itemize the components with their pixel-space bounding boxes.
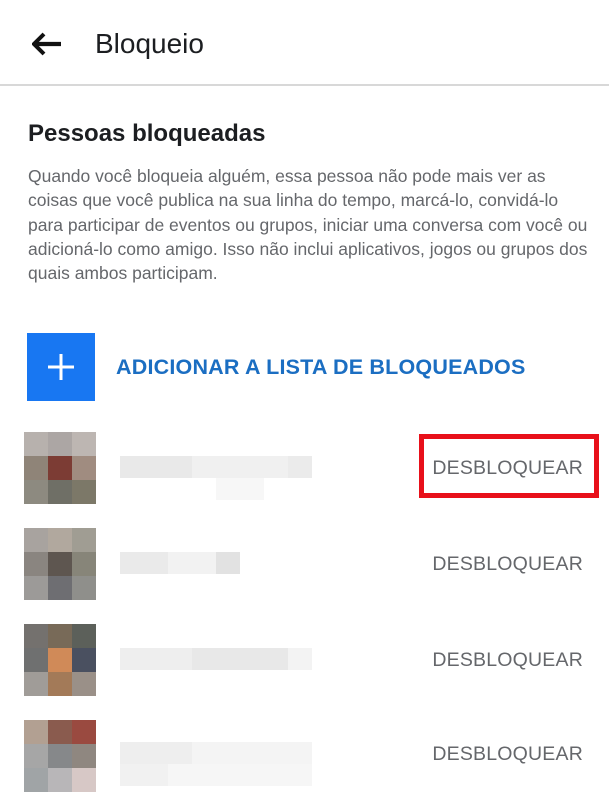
avatar-pixel [24,744,48,768]
back-button[interactable] [22,22,72,66]
blocked-person-row: DESBLOQUEAR [0,432,609,512]
avatar-pixel [48,432,72,456]
unblock-button[interactable]: DESBLOQUEAR [432,457,583,480]
unblock-button[interactable]: DESBLOQUEAR [432,743,583,766]
avatar-pixel [24,432,48,456]
avatar-pixel [72,552,96,576]
avatar-pixel [72,528,96,552]
add-to-block-list-label: ADICIONAR A LISTA DE BLOQUEADOS [116,354,526,379]
blocking-settings-screen: Bloqueio Pessoas bloqueadas Quando você … [0,0,609,812]
section-description: Quando você bloqueia alguém, essa pessoa… [28,166,588,284]
avatar-pixel [48,576,72,600]
avatar-pixel [24,624,48,648]
avatar-pixel [72,768,96,792]
avatar-pixel [48,768,72,792]
avatar-pixel [48,528,72,552]
avatar-pixel [72,576,96,600]
section-title: Pessoas bloqueadas [28,120,266,147]
avatar-pixel [72,744,96,768]
unblock-button[interactable]: DESBLOQUEAR [432,553,583,576]
arrow-left-icon [32,32,61,56]
avatar-pixel [24,456,48,480]
add-to-block-list-button[interactable]: ADICIONAR A LISTA DE BLOQUEADOS [27,333,587,401]
blurred-name [120,742,390,790]
avatar-pixel [48,720,72,744]
blocked-person-row: DESBLOQUEAR [0,624,609,704]
avatar-pixel [24,528,48,552]
avatar-pixel [24,552,48,576]
avatar-pixel [72,648,96,672]
avatar-pixel [24,720,48,744]
add-square [27,333,95,401]
page-title: Bloqueio [95,28,204,59]
avatar-pixel [72,432,96,456]
avatar-pixel [72,624,96,648]
avatar-pixel [48,552,72,576]
avatar [24,624,96,696]
avatar-pixel [72,456,96,480]
avatar-pixel [24,480,48,504]
avatar-pixel [48,744,72,768]
avatar-pixel [72,480,96,504]
unblock-button[interactable]: DESBLOQUEAR [432,649,583,672]
avatar-pixel [24,648,48,672]
blurred-name [120,550,390,598]
avatar [24,528,96,600]
avatar [24,432,96,504]
avatar-pixel [72,720,96,744]
avatar-pixel [48,480,72,504]
avatar-pixel [24,672,48,696]
plus-icon [48,354,74,380]
blurred-name [120,454,390,502]
avatar-pixel [72,672,96,696]
blocked-person-row: DESBLOQUEAR [0,528,609,608]
avatar-pixel [24,576,48,600]
blurred-name [120,646,390,694]
avatar-pixel [48,672,72,696]
avatar-pixel [24,768,48,792]
blocked-person-row: DESBLOQUEAR [0,720,609,800]
avatar [24,720,96,792]
avatar-pixel [48,648,72,672]
avatar-pixel [48,624,72,648]
avatar-pixel [48,456,72,480]
top-app-bar: Bloqueio [0,0,609,86]
